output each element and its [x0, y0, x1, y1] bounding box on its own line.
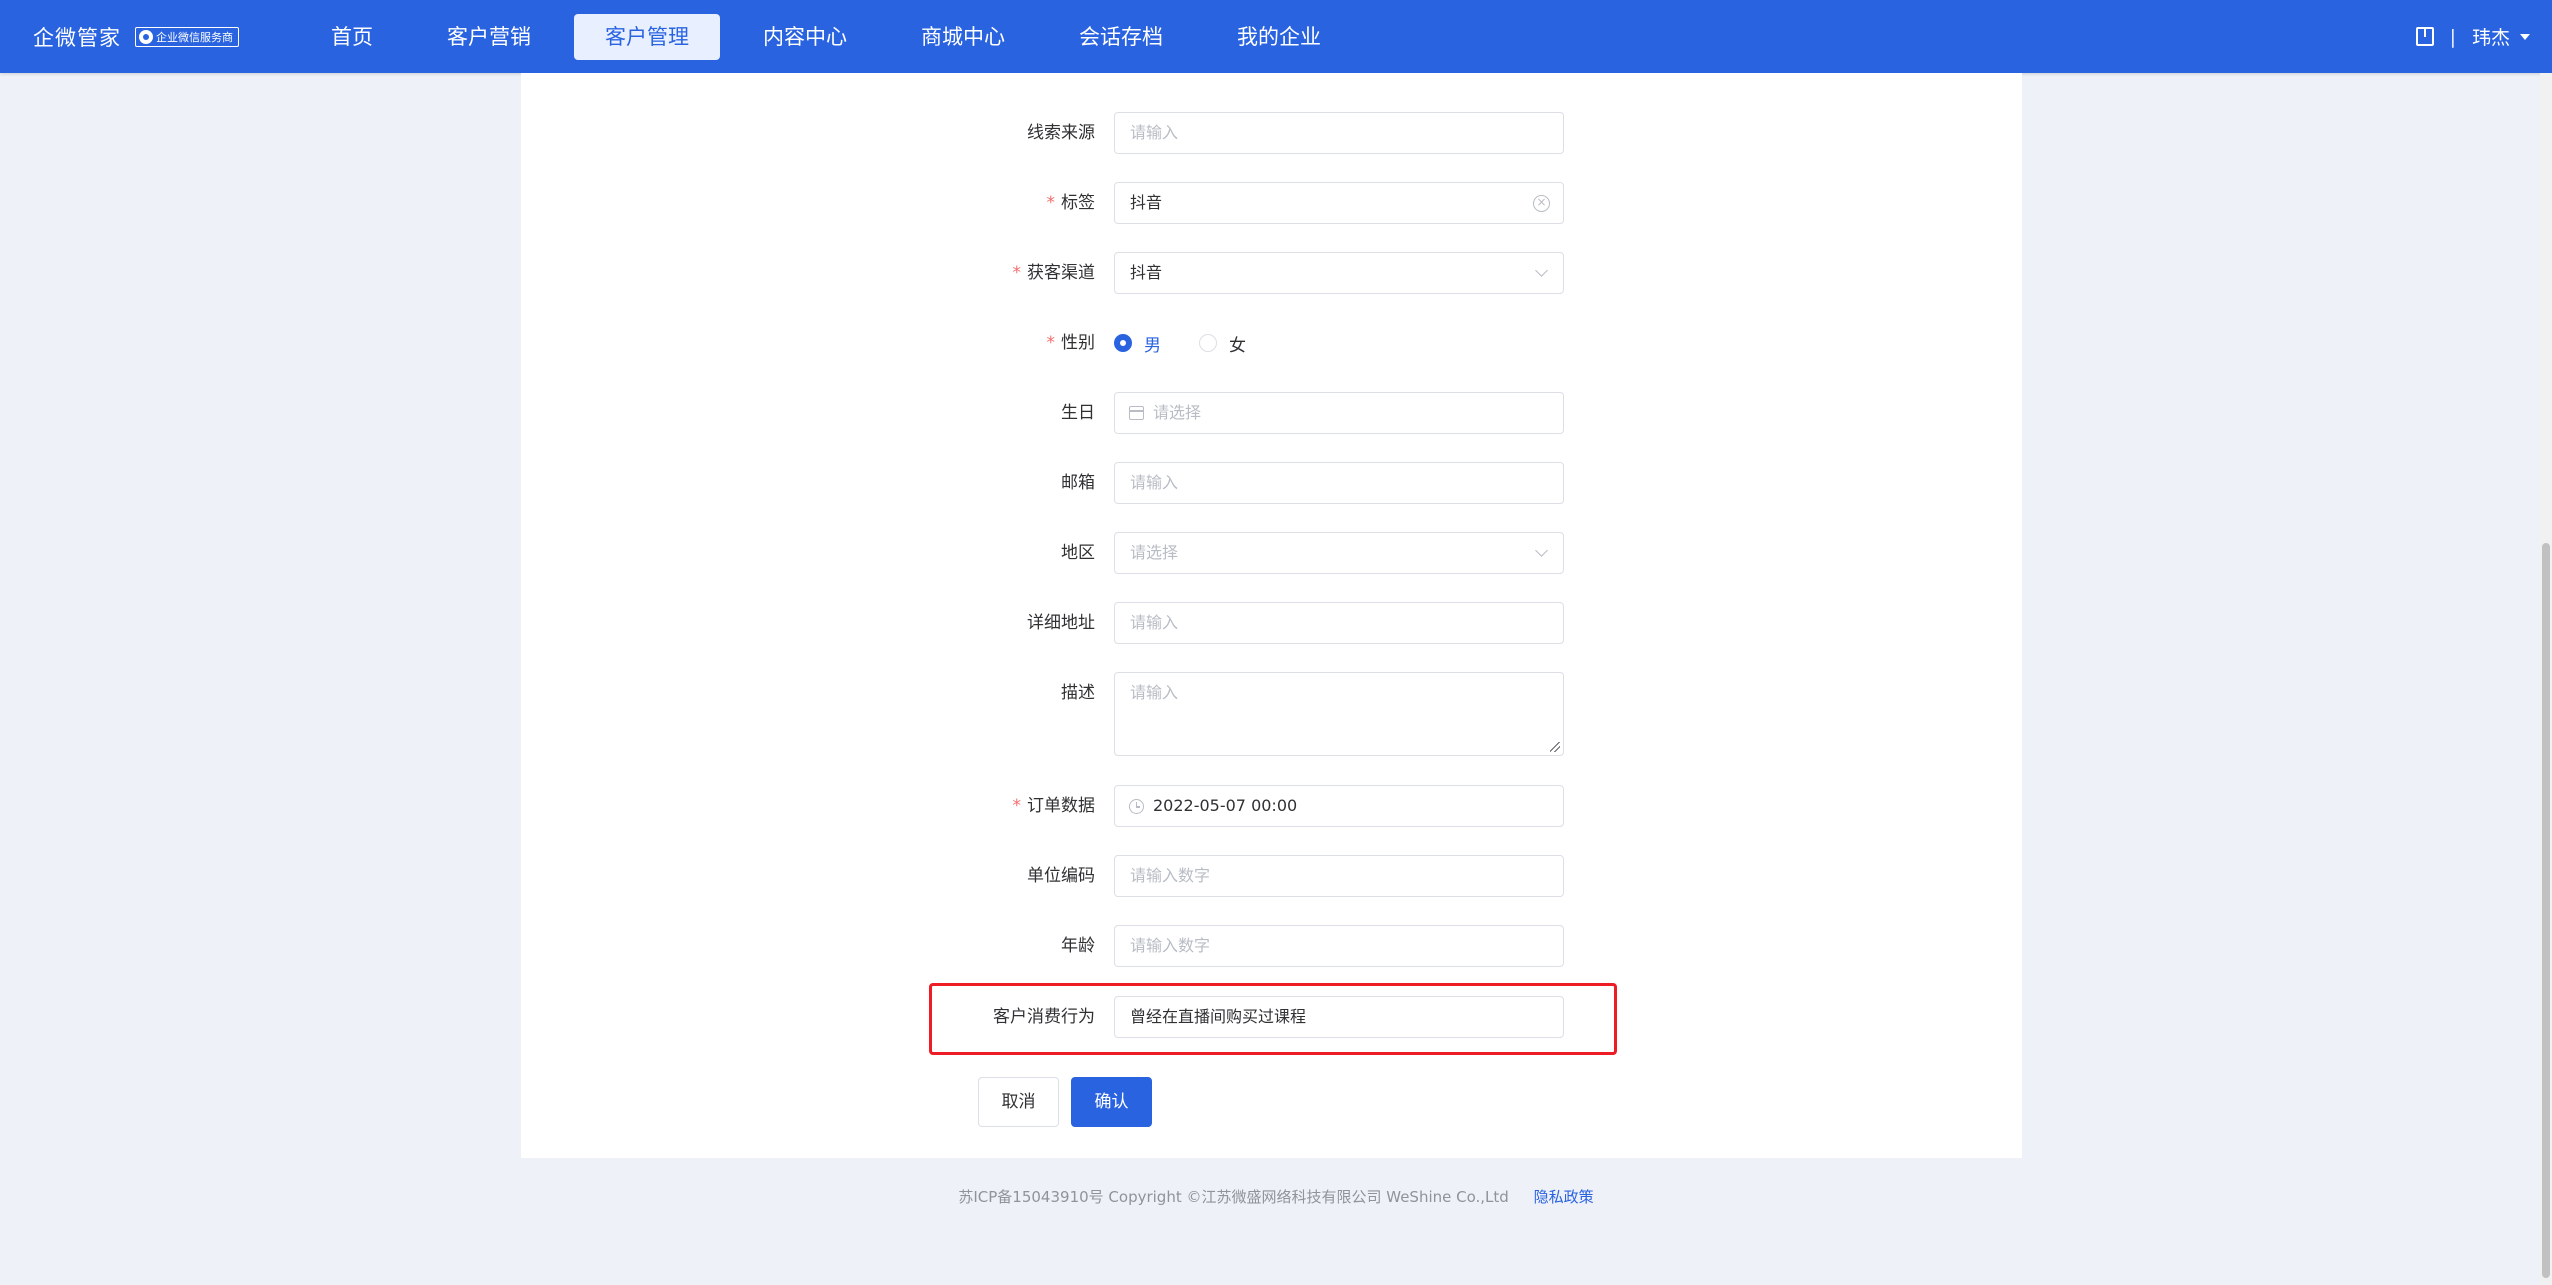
- order-data-label: * 订单数据: [880, 785, 1096, 827]
- email-placeholder: 请输入: [1130, 473, 1179, 492]
- gender-option-female: 女: [1229, 335, 1246, 356]
- channel-label-text: 获客渠道: [1027, 263, 1095, 283]
- footer-copyright: 苏ICP备15043910号 Copyright ©江苏微盛网络科技有限公司 W…: [958, 1188, 1509, 1206]
- form-row-region: 地区 请选择: [880, 532, 1580, 574]
- gender-label: * 性别: [880, 322, 1096, 364]
- nav-item-content-center[interactable]: 内容中心: [732, 14, 878, 60]
- required-mark: *: [1012, 263, 1022, 283]
- order-data-label-text: 订单数据: [1027, 796, 1095, 816]
- birthday-placeholder: 请选择: [1153, 403, 1202, 422]
- address-placeholder: 请输入: [1130, 613, 1179, 632]
- form-row-age: 年龄 请输入数字: [880, 925, 1580, 967]
- nav-item-mall-center[interactable]: 商城中心: [890, 14, 1036, 60]
- section-title: 更多信息: [978, 56, 1050, 69]
- chevron-down-icon: [1535, 544, 1548, 557]
- form-row-tag: * 标签 抖音 ×: [880, 182, 1580, 224]
- tag-label: * 标签: [880, 182, 1096, 224]
- age-placeholder: 请输入数字: [1130, 936, 1211, 955]
- nav-item-customer-marketing[interactable]: 客户营销: [416, 14, 562, 60]
- region-placeholder: 请选择: [1130, 543, 1179, 562]
- required-mark: *: [1012, 796, 1022, 816]
- channel-value: 抖音: [1130, 263, 1163, 282]
- order-data-value: 2022-05-07 00:00: [1153, 796, 1298, 815]
- main-nav: 首页 客户营销 客户管理 内容中心 商城中心 会话存档 我的企业: [300, 0, 1364, 73]
- order-data-datetime-picker[interactable]: 2022-05-07 00:00: [1114, 785, 1564, 827]
- form-row-birthday: 生日 请选择: [880, 392, 1580, 434]
- channel-label: * 获客渠道: [880, 252, 1096, 294]
- lead-source-placeholder: 请输入: [1130, 123, 1179, 142]
- wecom-logo-icon: [139, 29, 153, 44]
- age-label: 年龄: [1061, 936, 1095, 956]
- form-row-email: 邮箱 请输入: [880, 462, 1580, 504]
- separator: |: [2449, 25, 2456, 48]
- birthday-date-picker[interactable]: 请选择: [1114, 392, 1564, 434]
- nav-item-my-enterprise[interactable]: 我的企业: [1206, 14, 1352, 60]
- description-label: 描述: [1061, 683, 1095, 703]
- consumption-value: 曾经在直播间购买过课程: [1130, 1007, 1307, 1026]
- email-input[interactable]: 请输入: [1114, 462, 1564, 504]
- form-row-gender: * 性别 男 女: [880, 322, 1580, 364]
- required-mark: *: [1046, 333, 1056, 353]
- email-label: 邮箱: [1061, 473, 1095, 493]
- brand-name: 企微管家: [33, 25, 121, 50]
- unit-code-label: 单位编码: [1027, 866, 1095, 886]
- form-row-consumption: 客户消费行为 曾经在直播间购买过课程: [880, 996, 1580, 1038]
- gender-radio-female[interactable]: 女: [1199, 331, 1246, 356]
- cancel-button[interactable]: 取消: [978, 1077, 1059, 1127]
- form-row-channel: * 获客渠道 抖音: [880, 252, 1580, 294]
- lead-source-input[interactable]: 请输入: [1114, 112, 1564, 154]
- scrollbar-thumb[interactable]: [2542, 543, 2550, 1278]
- calendar-icon: [1129, 406, 1144, 420]
- region-label: 地区: [1061, 543, 1095, 563]
- nav-item-customer-management[interactable]: 客户管理: [574, 13, 720, 60]
- top-navigation-bar: 企微管家 企业微信服务商 首页 客户营销 客户管理 内容中心 商城中心 会话存档…: [0, 0, 2552, 73]
- privacy-policy-link[interactable]: 隐私政策: [1534, 1188, 1594, 1206]
- form-row-lead-source: 线索来源 请输入: [880, 112, 1580, 154]
- gender-label-text: 性别: [1061, 333, 1095, 353]
- gender-option-male: 男: [1144, 335, 1161, 356]
- description-textarea[interactable]: 请输入: [1114, 672, 1564, 756]
- chevron-down-icon: [1535, 264, 1548, 277]
- gender-radio-group: 男 女: [1114, 322, 1284, 364]
- user-name[interactable]: 玮杰: [2472, 23, 2510, 50]
- channel-select[interactable]: 抖音: [1114, 252, 1564, 294]
- radio-checked-icon: [1114, 334, 1132, 352]
- confirm-button[interactable]: 确认: [1071, 1077, 1152, 1127]
- address-label: 详细地址: [1027, 613, 1095, 633]
- address-input[interactable]: 请输入: [1114, 602, 1564, 644]
- consumption-label: 客户消费行为: [993, 1007, 1095, 1027]
- lead-source-label: 线索来源: [1027, 123, 1095, 143]
- form-row-order-data: * 订单数据 2022-05-07 00:00: [880, 785, 1580, 827]
- form-row-unit-code: 单位编码 请输入数字: [880, 855, 1580, 897]
- unit-code-input[interactable]: 请输入数字: [1114, 855, 1564, 897]
- form-row-address: 详细地址 请输入: [880, 602, 1580, 644]
- region-select[interactable]: 请选择: [1114, 532, 1564, 574]
- radio-unchecked-icon: [1199, 334, 1217, 352]
- tag-label-text: 标签: [1061, 193, 1095, 213]
- brand-badge: 企业微信服务商: [135, 26, 239, 47]
- nav-item-home[interactable]: 首页: [300, 14, 404, 60]
- resize-handle-icon[interactable]: [1550, 742, 1560, 752]
- age-input[interactable]: 请输入数字: [1114, 925, 1564, 967]
- consumption-input[interactable]: 曾经在直播间购买过课程: [1114, 996, 1564, 1038]
- clock-icon: [1129, 799, 1144, 814]
- birthday-label: 生日: [1061, 403, 1095, 423]
- book-icon[interactable]: [2415, 27, 2434, 46]
- required-mark: *: [1046, 193, 1056, 213]
- gender-radio-male[interactable]: 男: [1114, 331, 1161, 356]
- form-row-description: 描述 请输入: [880, 672, 1580, 756]
- nav-item-session-archive[interactable]: 会话存档: [1048, 14, 1194, 60]
- clear-icon[interactable]: ×: [1533, 195, 1550, 212]
- brand-badge-text: 企业微信服务商: [156, 30, 233, 44]
- footer: 苏ICP备15043910号 Copyright ©江苏微盛网络科技有限公司 W…: [0, 1186, 2552, 1207]
- brand[interactable]: 企微管家 企业微信服务商: [33, 0, 239, 73]
- tag-value: 抖音: [1130, 193, 1163, 212]
- unit-code-placeholder: 请输入数字: [1130, 866, 1211, 885]
- tag-select[interactable]: 抖音 ×: [1114, 182, 1564, 224]
- description-placeholder: 请输入: [1130, 683, 1179, 702]
- caret-down-icon[interactable]: [2520, 33, 2530, 40]
- user-area: | 玮杰: [2415, 0, 2530, 73]
